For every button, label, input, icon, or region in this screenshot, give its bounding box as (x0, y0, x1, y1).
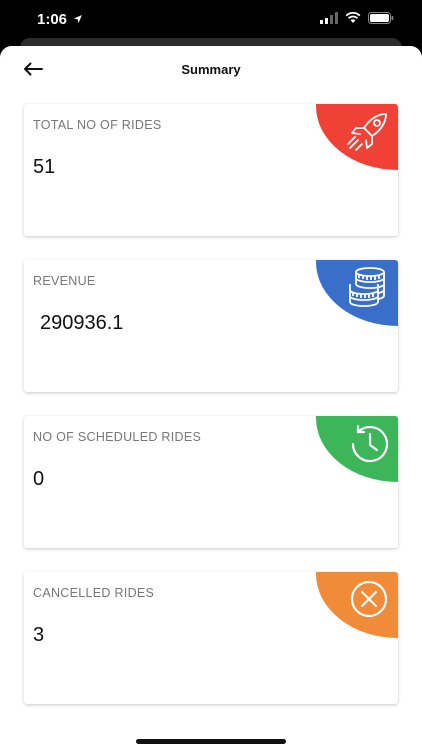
nav-bar: Summary (0, 46, 422, 96)
status-time: 1:06 (37, 11, 83, 28)
card-value: 290936.1 (40, 312, 124, 334)
total-rides-card[interactable]: TOTAL NO OF RIDES 51 (24, 104, 398, 236)
home-indicator (136, 739, 286, 744)
card-corner-badge (316, 104, 398, 170)
card-corner-badge (316, 416, 398, 482)
card-value: 51 (33, 156, 56, 178)
card-label: NO OF SCHEDULED RIDES (33, 430, 202, 444)
cancelled-rides-card[interactable]: CANCELLED RIDES 3 (24, 572, 398, 704)
battery-icon (368, 12, 394, 24)
location-arrow-icon (74, 15, 83, 23)
page-title: Summary (181, 62, 241, 77)
card-corner-badge (316, 572, 398, 638)
card-label: TOTAL NO OF RIDES (33, 118, 162, 132)
card-label: CANCELLED RIDES (33, 586, 155, 600)
scheduled-rides-card[interactable]: NO OF SCHEDULED RIDES 0 (24, 416, 398, 548)
revenue-card[interactable]: REVENUE 290936.1 (24, 260, 398, 392)
clock-history-icon (351, 424, 389, 463)
card-value: 3 (33, 624, 45, 646)
card-corner-badge (316, 260, 398, 326)
status-icons (320, 12, 394, 24)
summary-screen: Summary TOTAL NO OF RIDES 51 REVENUE 290… (0, 46, 422, 750)
card-value: 0 (33, 468, 45, 490)
wifi-icon (345, 12, 361, 23)
status-bar: 1:06 (0, 0, 422, 40)
signal-icon (320, 12, 338, 24)
card-label: REVENUE (33, 274, 96, 288)
cancel-circle-icon (350, 580, 388, 618)
status-time-text: 1:06 (37, 11, 68, 28)
rocket-icon (347, 113, 387, 151)
coins-icon (349, 267, 385, 307)
